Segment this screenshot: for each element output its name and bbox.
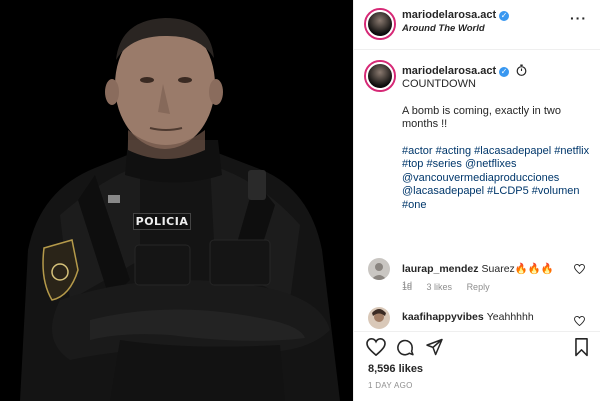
share-paper-plane-icon[interactable] <box>425 338 444 356</box>
author-username-row[interactable]: mariodelarosa.act ✓ <box>402 9 510 21</box>
caption-title: COUNTDOWN <box>402 78 476 90</box>
commenter-avatar[interactable] <box>368 258 390 280</box>
post-photo[interactable]: POLICIA <box>0 0 353 401</box>
caption-username[interactable]: mariodelarosa.act <box>402 65 496 77</box>
verified-badge-icon: ✓ <box>499 11 510 21</box>
comment-text: Yeahhhhh <box>486 311 534 323</box>
author-username[interactable]: mariodelarosa.act <box>402 9 496 21</box>
caption-username-row: mariodelarosa.act ✓ <box>402 64 527 77</box>
police-patch-label: POLICIA <box>133 213 191 230</box>
caption-avatar[interactable] <box>364 60 396 92</box>
caption-text: COUNTDOWN A bomb is coming, exactly in t… <box>402 78 592 225</box>
post-actions: 8,596 likes 1 DAY AGO <box>354 331 600 401</box>
comment-time[interactable]: 1d <box>402 282 412 292</box>
stopwatch-icon <box>516 64 527 76</box>
comment-text-row: laurap_mendez Suarez🔥🔥🔥 <box>402 262 554 275</box>
comment-reply-button[interactable]: Reply <box>467 282 490 292</box>
comment-item: laurap_mendez Suarez🔥🔥🔥 1d 3 likes Reply <box>354 258 600 298</box>
comment-text: Suarez🔥🔥🔥 <box>481 263 555 275</box>
comment-item: kaafihappyvibes Yeahhhhh <box>354 307 600 331</box>
comment-like-heart-icon[interactable] <box>574 316 585 326</box>
post-location[interactable]: Around The World <box>402 23 485 34</box>
comment-likes[interactable]: 3 likes <box>427 282 453 292</box>
comment-username[interactable]: laurap_mendez <box>402 263 478 275</box>
commenter-avatar[interactable] <box>368 307 390 329</box>
comment-text-row: kaafihappyvibes Yeahhhhh <box>402 311 534 323</box>
likes-count[interactable]: 8,596 likes <box>368 363 423 375</box>
save-bookmark-icon[interactable] <box>574 338 589 357</box>
comment-meta: 1d 3 likes Reply <box>402 282 502 292</box>
caption-body: A bomb is coming, exactly in two months … <box>402 104 561 131</box>
caption-hashtags[interactable]: #actor #acting #lacasadepapel #netflix #… <box>402 145 592 213</box>
post-age[interactable]: 1 DAY AGO <box>368 381 413 390</box>
police-officer-photo <box>0 0 353 401</box>
author-avatar[interactable] <box>364 8 396 40</box>
comment-bubble-icon[interactable] <box>395 338 415 357</box>
post-header: mariodelarosa.act ✓ Around The World ··· <box>354 0 600 50</box>
verified-badge-icon: ✓ <box>499 67 510 77</box>
more-options-icon[interactable]: ··· <box>570 10 587 26</box>
like-heart-icon[interactable] <box>366 338 386 356</box>
instagram-post-view: POLICIA mariodelarosa.act ✓ Around The Wo… <box>0 0 600 401</box>
comment-like-heart-icon[interactable] <box>574 264 585 274</box>
post-side-panel: mariodelarosa.act ✓ Around The World ··· … <box>353 0 600 401</box>
comment-username[interactable]: kaafihappyvibes <box>402 311 484 323</box>
